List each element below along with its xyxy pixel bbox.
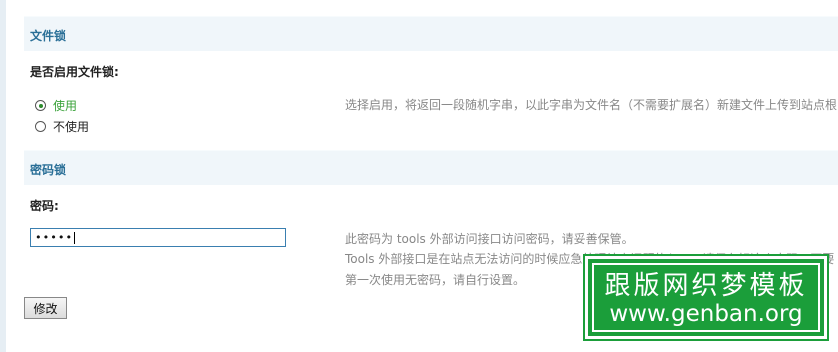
password-input-value: ••••• — [35, 231, 74, 244]
section-title-filelock: 文件锁 — [30, 29, 67, 43]
filelock-hint-text: 选择启用，将返回一段随机字串，以此字串为文件名（不需要扩展名）新建文件上传到站点… — [345, 98, 838, 112]
watermark-title: 跟版网织梦模板 — [604, 271, 808, 301]
section-title-password: 密码锁 — [30, 163, 67, 177]
radio-option-disable[interactable]: 不使用 — [35, 118, 89, 135]
section-header-filelock: 文件锁 — [24, 16, 838, 51]
radio-option-enable[interactable]: 使用 — [35, 97, 77, 114]
radio-disable-input[interactable] — [35, 121, 46, 132]
radio-enable-label: 使用 — [53, 99, 78, 113]
password-field-label: 密码: — [30, 199, 59, 213]
section-header-password: 密码锁 — [24, 150, 838, 185]
filelock-field-label: 是否启用文件锁: — [30, 65, 119, 79]
radio-enable-input[interactable] — [35, 100, 46, 111]
password-hint-line-1: 此密码为 tools 外部访问接口访问密码，请妥善保管。 — [345, 232, 634, 246]
password-hint-line-3: 第一次使用无密码，请自行设置。 — [345, 273, 526, 287]
watermark-url: www.genban.org — [609, 301, 803, 327]
text-caret — [74, 232, 76, 244]
left-border-strip — [0, 0, 6, 352]
password-input[interactable]: ••••• — [30, 228, 286, 247]
submit-button[interactable]: 修改 — [24, 297, 67, 319]
watermark-logo: 跟版网织梦模板 www.genban.org — [583, 254, 829, 341]
radio-disable-label: 不使用 — [53, 120, 90, 134]
